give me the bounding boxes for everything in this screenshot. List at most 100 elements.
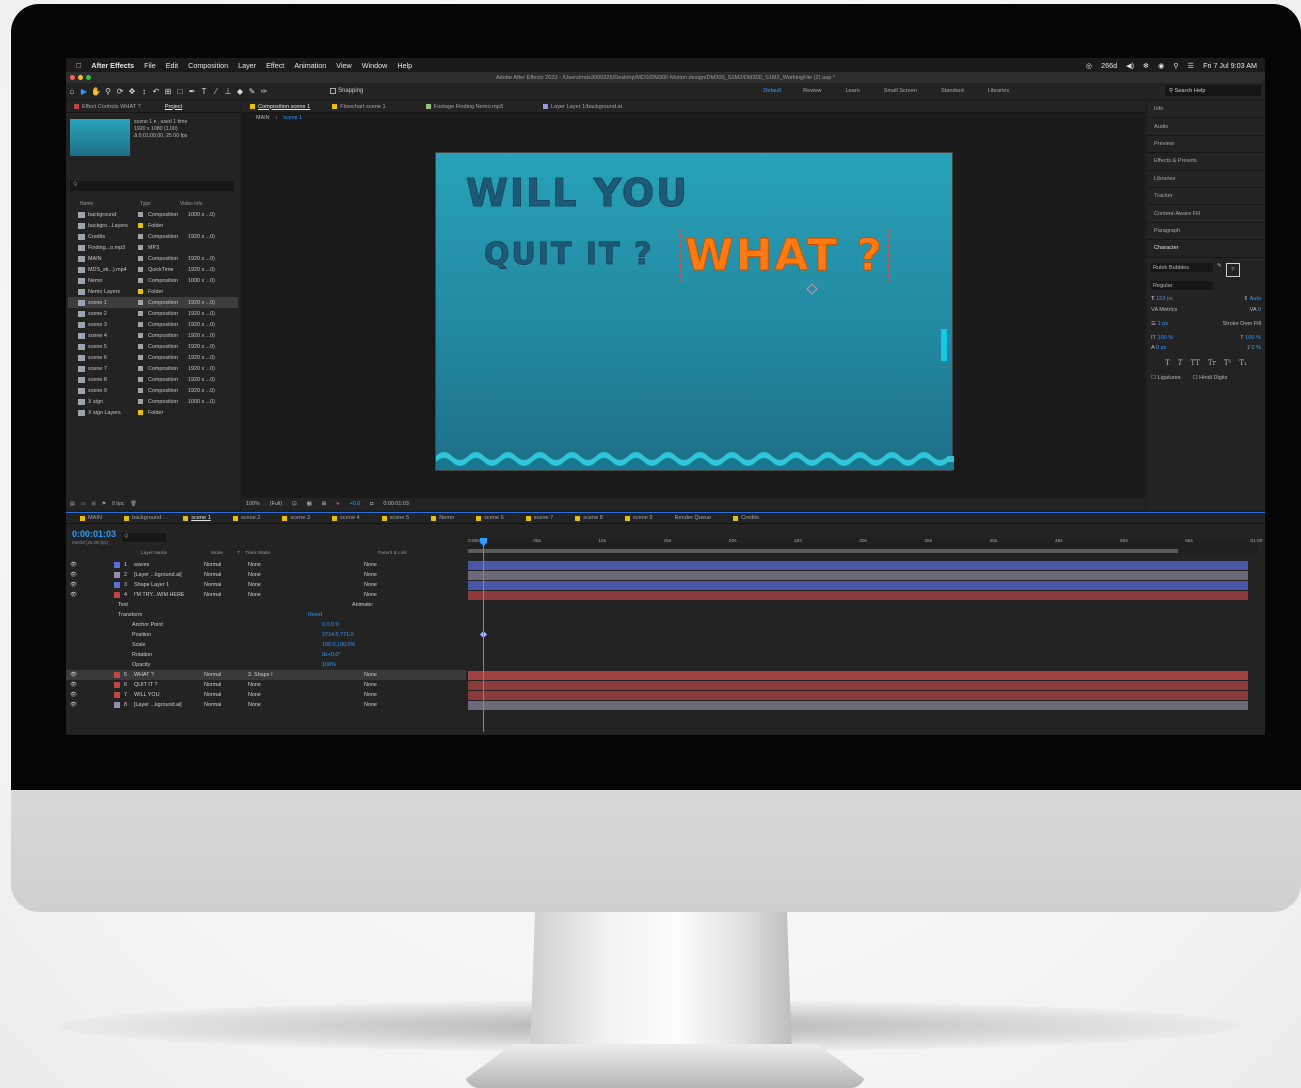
zoom-tool-icon[interactable]: ⚲ xyxy=(102,85,114,97)
hand-tool-icon[interactable]: ✋ xyxy=(90,85,102,97)
label-color[interactable] xyxy=(138,399,143,404)
orbit-tool-icon[interactable]: ⟳ xyxy=(114,85,126,97)
project-item[interactable]: scene 2 Composition 1920 x ...0) xyxy=(68,308,238,319)
comp-text-will-you[interactable]: WILL YOU xyxy=(465,171,689,216)
workspace-standard[interactable]: Standard xyxy=(941,88,964,94)
label-color[interactable] xyxy=(138,322,143,327)
layer-row[interactable]: 👁 5 WHAT ? Normal 3. Shape I None xyxy=(66,670,466,680)
visibility-eye-icon[interactable]: 👁 xyxy=(70,692,78,698)
visibility-eye-icon[interactable]: 👁 xyxy=(70,582,78,588)
anchor-point-icon[interactable] xyxy=(806,283,818,295)
property-row-scale[interactable]: Scale 100.0,100.0% xyxy=(66,640,466,650)
pan-tool-icon[interactable]: ✥ xyxy=(126,85,138,97)
comp-text-what-selected[interactable]: WHAT ? xyxy=(680,229,889,282)
parent-select[interactable]: None xyxy=(364,562,404,568)
track-matte-select[interactable]: None xyxy=(248,572,288,578)
project-item[interactable]: Finding...o.mp3 MP3 xyxy=(68,242,238,253)
home-icon[interactable]: ⌂ xyxy=(66,85,78,97)
workspace-review[interactable]: Review xyxy=(803,88,821,94)
font-family-select[interactable]: Rubik Bubbles xyxy=(1151,263,1213,272)
property-row-opacity[interactable]: Opacity 100% xyxy=(66,660,466,670)
breadcrumb-main[interactable]: MAIN xyxy=(256,115,269,121)
project-item[interactable]: scene 9 Composition 1920 x ...0) xyxy=(68,385,238,396)
brush-tool-icon[interactable]: ⁄ xyxy=(210,85,222,97)
label-color[interactable] xyxy=(114,702,120,708)
tracking-field[interactable]: VA 0 xyxy=(1250,307,1261,313)
clone-tool-icon[interactable]: ⊥ xyxy=(222,85,234,97)
panel-content-aware-fill[interactable]: Content-Aware Fill xyxy=(1147,205,1265,223)
project-item[interactable]: scene 8 Composition 1920 x ...0) xyxy=(68,374,238,385)
transparency-grid-icon[interactable]: ▦ xyxy=(307,501,312,507)
blend-mode-select[interactable]: Normal xyxy=(204,682,234,688)
label-color[interactable] xyxy=(138,377,143,382)
font-size-field[interactable]: 𝐓 153 px xyxy=(1151,296,1173,303)
layer-row[interactable]: 👁 7 WILL YOU Normal None None xyxy=(66,690,466,700)
label-color[interactable] xyxy=(138,410,143,415)
blend-mode-select[interactable]: Normal xyxy=(204,692,234,698)
layer-duration-bar[interactable] xyxy=(468,690,1248,700)
label-color[interactable] xyxy=(138,366,143,371)
creative-cloud-icon[interactable]: ◎ xyxy=(1086,61,1092,70)
interpret-footage-icon[interactable]: ▤ xyxy=(70,501,75,507)
tab-footage[interactable]: Footage Finding Nemo.mp3 xyxy=(425,104,503,110)
visibility-eye-icon[interactable]: 👁 xyxy=(70,562,78,568)
project-item[interactable]: scene 6 Composition 1920 x ...0) xyxy=(68,352,238,363)
label-color[interactable] xyxy=(138,234,143,239)
app-menu[interactable]: After Effects xyxy=(91,61,134,70)
timeline-tab-scene-9[interactable]: scene 9 xyxy=(624,515,652,521)
project-item[interactable]: scene 1 Composition 1920 x ...0) xyxy=(68,297,238,308)
guides-icon[interactable]: ⊞ xyxy=(322,501,327,507)
user-icon[interactable]: ◉ xyxy=(1158,61,1164,70)
label-color[interactable] xyxy=(138,278,143,283)
label-color[interactable] xyxy=(138,311,143,316)
timeline-tab-render-queue[interactable]: Render Queue xyxy=(674,515,711,521)
timeline-tab-credits[interactable]: Credits xyxy=(733,515,759,521)
menu-animation[interactable]: Animation xyxy=(294,61,326,70)
project-item[interactable]: scene 4 Composition 1920 x ...0) xyxy=(68,330,238,341)
panel-tracker[interactable]: Tracker xyxy=(1147,188,1265,206)
layer-row[interactable]: 👁 8 [Layer ...kground.ai] Normal None None xyxy=(66,700,466,710)
layer-name[interactable]: [Layer ...kground.ai] xyxy=(134,702,204,708)
label-color[interactable] xyxy=(138,333,143,338)
hindi-digits-checkbox[interactable]: ☐ Hindi Digits xyxy=(1193,375,1228,381)
layer-duration-bar[interactable] xyxy=(468,590,1248,600)
menu-effect[interactable]: Effect xyxy=(266,61,284,70)
layer-row[interactable]: 👁 1 waves Normal None None xyxy=(66,560,466,570)
layer-duration-bar[interactable] xyxy=(468,570,1248,580)
label-color[interactable] xyxy=(138,267,143,272)
layer-duration-bar[interactable] xyxy=(468,700,1248,710)
current-time-display[interactable]: 0:00:01:03 xyxy=(383,501,408,507)
bluetooth-icon[interactable]: ✻ xyxy=(1143,61,1149,70)
stroke-mode-select[interactable]: Stroke Over Fill xyxy=(1222,321,1261,327)
snapping-toggle[interactable]: Snapping xyxy=(330,88,363,94)
blend-mode-select[interactable]: Normal xyxy=(204,572,234,578)
track-matte-select[interactable]: 3. Shape I xyxy=(248,672,288,678)
timeline-tab-scene-8[interactable]: scene 8 xyxy=(575,515,603,521)
layer-row[interactable]: 👁 3 Shape Layer 1 Normal None None xyxy=(66,580,466,590)
flowchart-icon[interactable]: ⚑ xyxy=(102,501,106,507)
composition-viewer[interactable]: WILL YOU QUIT IT ? WHAT ? xyxy=(435,152,954,471)
timeline-tab-scene-4[interactable]: scene 4 xyxy=(332,515,360,521)
fill-color-swatch[interactable]: ? xyxy=(1225,263,1240,277)
parent-select[interactable]: None xyxy=(364,682,404,688)
label-color[interactable] xyxy=(138,355,143,360)
label-color[interactable] xyxy=(138,245,143,250)
label-color[interactable] xyxy=(138,344,143,349)
tsume-field[interactable]: ⁒ 0 % xyxy=(1247,345,1261,351)
menu-view[interactable]: View xyxy=(336,61,351,70)
search-help-input[interactable]: ⚲ Search Help xyxy=(1165,85,1261,96)
layer-duration-bar[interactable] xyxy=(468,580,1248,590)
layer-name[interactable]: [Layer ...kground.ai] xyxy=(134,572,204,578)
timeline-tab-nemo[interactable]: Nemo xyxy=(431,515,454,521)
panel-effects-presets[interactable]: Effects & Presets xyxy=(1147,153,1265,171)
property-row-position[interactable]: Position 2714.5,771.0 xyxy=(66,630,466,640)
label-color[interactable] xyxy=(114,562,120,568)
label-color[interactable] xyxy=(138,388,143,393)
timeline-tab-scene-5[interactable]: scene 5 xyxy=(381,515,409,521)
minimize-window-button[interactable] xyxy=(78,75,83,80)
horizontal-scale-field[interactable]: T 100 % xyxy=(1240,335,1261,341)
animate-menu[interactable]: Animate: xyxy=(352,602,373,608)
project-item[interactable]: MAIN Composition 1920 x ...0) xyxy=(68,253,238,264)
visibility-eye-icon[interactable]: 👁 xyxy=(70,672,78,678)
layer-name[interactable]: I'M TRY...WIM HERE xyxy=(134,592,204,598)
